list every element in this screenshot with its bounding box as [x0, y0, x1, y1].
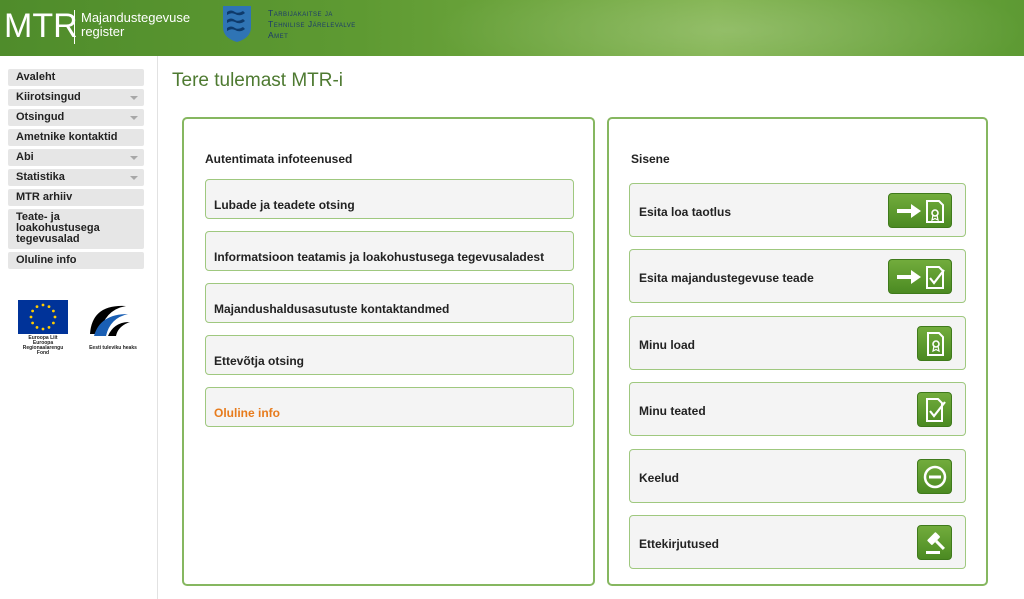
sidebar-item-label: Avaleht	[16, 71, 56, 83]
sidebar-item-label: Abi	[16, 151, 34, 163]
logo-sub-line2: register	[81, 24, 125, 39]
eu-caption-line3: Regionaalarengu Fond	[22, 345, 64, 356]
license-doc-icon[interactable]	[917, 326, 952, 361]
arrow-license-icon[interactable]	[888, 193, 952, 228]
sidebar-item-statistika[interactable]: Statistika	[8, 169, 144, 186]
sidebar-item-ametnike-kontaktid[interactable]: Ametnike kontaktid	[8, 129, 144, 146]
panel-heading: Autentimata infoteenused	[205, 152, 353, 166]
action-label: Keelud	[639, 471, 680, 485]
sidebar-item-label: Ametnike kontaktid	[16, 131, 118, 143]
mtr-logo-subtitle: Majandustegevuse register	[81, 11, 190, 39]
chevron-down-icon	[130, 96, 138, 100]
action-prohibitions[interactable]: Keelud	[629, 449, 966, 503]
sidebar-item-otsingud[interactable]: Otsingud	[8, 109, 144, 126]
link-authority-contacts[interactable]: Majandushaldusasutuste kontaktandmed	[205, 283, 574, 323]
sidebar-item-kiirotsingud[interactable]: Kiirotsingud	[8, 89, 144, 106]
action-submit-activity-notice[interactable]: Esita majandustegevuse teade	[629, 249, 966, 303]
link-company-search[interactable]: Ettevõtja otsing	[205, 335, 574, 375]
est-caption: Eesti tuleviku heaks	[89, 345, 137, 351]
chevron-down-icon	[130, 116, 138, 120]
sidebar-item-label: Teate- ja loakohustusega tegevusalad	[16, 211, 100, 245]
logo-divider	[74, 10, 75, 44]
action-my-permits[interactable]: Minu load	[629, 316, 966, 370]
check-doc-icon[interactable]	[917, 392, 952, 427]
arrow-checkdoc-icon[interactable]	[888, 259, 952, 294]
action-label: Ettekirjutused	[639, 537, 720, 551]
login-actions-panel: Sisene Esita loa taotlus Esita majandust…	[607, 117, 988, 586]
link-label: Lubade ja teadete otsing	[214, 198, 355, 212]
link-label: Ettevõtja otsing	[214, 354, 305, 368]
sidebar-nav: Avaleht Kiirotsingud Otsingud Ametnike k…	[8, 69, 144, 272]
eu-caption: Euroopa Liit Euroopa Regionaalarengu Fon…	[16, 336, 70, 356]
gavel-icon[interactable]	[917, 525, 952, 560]
prohibition-icon[interactable]	[917, 459, 952, 494]
agency-line3: Amet	[268, 30, 289, 40]
eesti-tuleviku-heaks-logo: Eesti tuleviku heaks	[86, 300, 140, 351]
page-title: Tere tulemast MTR-i	[172, 70, 344, 91]
chevron-down-icon	[130, 176, 138, 180]
agency-line2: Tehnilise Järelevalve	[268, 19, 356, 29]
sidebar-item-label: Oluline info	[16, 254, 77, 266]
sidebar: Avaleht Kiirotsingud Otsingud Ametnike k…	[0, 56, 158, 599]
sidebar-item-abi[interactable]: Abi	[8, 149, 144, 166]
action-precepts[interactable]: Ettekirjutused	[629, 515, 966, 569]
sidebar-item-label: Statistika	[16, 171, 65, 183]
action-label: Minu teated	[639, 404, 706, 418]
link-important-info[interactable]: Oluline info	[205, 387, 574, 427]
header-decoration	[380, 0, 1024, 56]
sidebar-item-label: Otsingud	[16, 111, 65, 123]
link-permits-search[interactable]: Lubade ja teadete otsing	[205, 179, 574, 219]
eu-logo: Euroopa Liit Euroopa Regionaalarengu Fon…	[16, 300, 70, 356]
app-header: MTR Majandustegevuse register Tarbijakai…	[0, 0, 1024, 56]
sidebar-item-label: MTR arhiiv	[16, 191, 73, 203]
action-label: Esita majandustegevuse teade	[639, 271, 814, 285]
action-my-notices[interactable]: Minu teated	[629, 382, 966, 436]
logo-sub-line1: Majandustegevuse	[81, 10, 191, 25]
action-submit-permit-application[interactable]: Esita loa taotlus	[629, 183, 966, 237]
action-label: Esita loa taotlus	[639, 205, 732, 219]
chevron-down-icon	[130, 156, 138, 160]
unauthenticated-services-panel: Autentimata infoteenused Lubade ja teade…	[182, 117, 595, 586]
sidebar-item-oluline-info[interactable]: Oluline info	[8, 252, 144, 269]
link-label: Oluline info	[214, 406, 280, 420]
sidebar-item-label: Kiirotsingud	[16, 91, 81, 103]
action-label: Minu load	[639, 338, 695, 352]
mtr-logo[interactable]: MTR	[4, 6, 78, 46]
estonian-flag-swoosh-icon	[90, 305, 130, 336]
sidebar-item-mtr-arhiiv[interactable]: MTR arhiiv	[8, 189, 144, 206]
eu-flag-icon	[18, 300, 68, 334]
sidebar-item-avaleht[interactable]: Avaleht	[8, 69, 144, 86]
link-activity-info[interactable]: Informatsioon teatamis ja loakohustusega…	[205, 231, 574, 271]
ttja-lions-emblem-icon	[223, 6, 251, 42]
agency-name: Tarbijakaitse ja Tehnilise Järelevalve A…	[268, 8, 356, 41]
panel-heading: Sisene	[631, 152, 670, 166]
agency-line1: Tarbijakaitse ja	[268, 8, 333, 18]
link-label: Informatsioon teatamis ja loakohustusega…	[214, 250, 545, 264]
sidebar-item-tegevusalad[interactable]: Teate- ja loakohustusega tegevusalad	[8, 209, 144, 249]
link-label: Majandushaldusasutuste kontaktandmed	[214, 302, 450, 316]
